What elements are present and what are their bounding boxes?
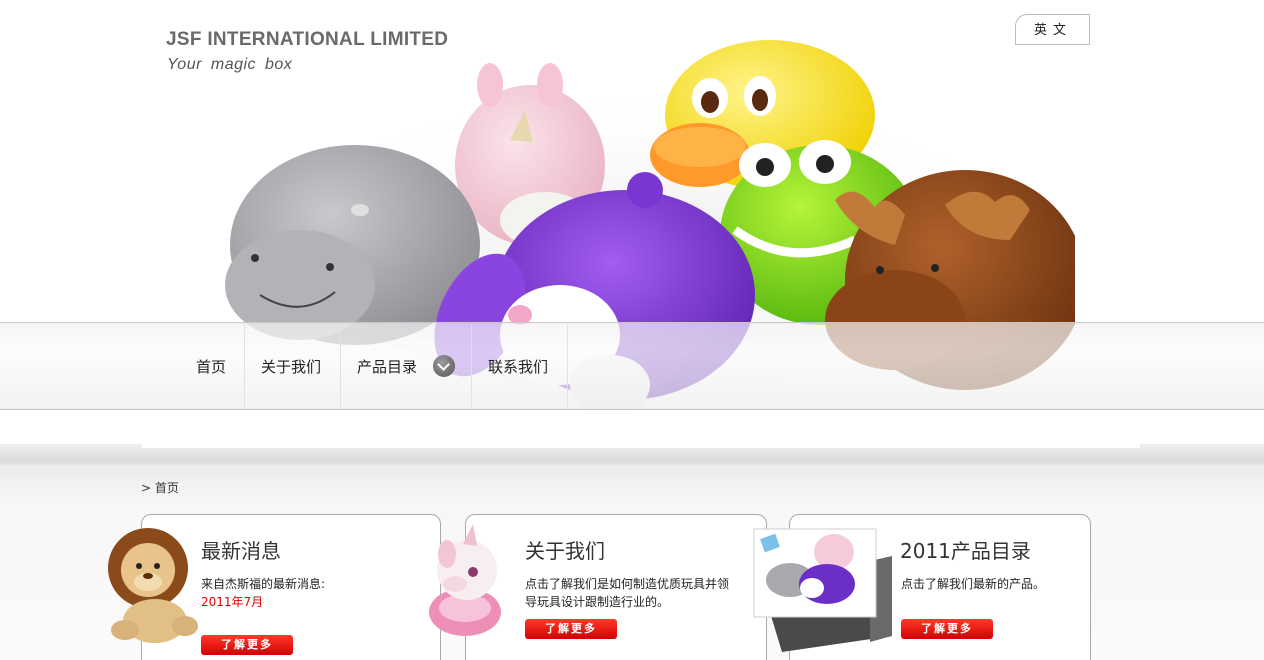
page: JSF INTERNATIONAL LIMITED Your magic box… bbox=[0, 0, 1264, 660]
news-more-button[interactable]: 了解更多 bbox=[201, 635, 293, 655]
nav-item-catalog-label: 产品目录 bbox=[357, 357, 418, 376]
about-box-text-line2: 导玩具设计跟制造行业的。 bbox=[525, 595, 670, 609]
nav-item-catalog[interactable]: 产品目录 bbox=[341, 324, 471, 408]
catalog-cover-image[interactable] bbox=[752, 526, 897, 652]
nav-divider bbox=[567, 324, 568, 408]
breadcrumb[interactable]: > 首页 bbox=[141, 479, 179, 496]
unicorn-pillow-image bbox=[429, 524, 501, 636]
about-more-button[interactable]: 了解更多 bbox=[525, 619, 617, 639]
main-nav: 首页 关于我们 产品目录 联系我们 bbox=[180, 324, 568, 408]
lion-plush-image bbox=[108, 528, 198, 643]
nav-item-contact-label: 联系我们 bbox=[488, 357, 549, 376]
chevron-down-icon[interactable] bbox=[433, 355, 455, 377]
nav-item-about[interactable]: 关于我们 bbox=[245, 324, 340, 408]
catalog-box-title: 2011产品目录 bbox=[900, 539, 1031, 563]
nav-item-home[interactable]: 首页 bbox=[180, 324, 244, 408]
news-box-title: 最新消息 bbox=[201, 539, 281, 563]
nav-item-home-label: 首页 bbox=[196, 357, 227, 376]
about-box: 关于我们 点击了解我们是如何制造优质玩具并领 导玩具设计跟制造行业的。 了解更多 bbox=[465, 514, 767, 660]
about-box-text-line1: 点击了解我们是如何制造优质玩具并领 bbox=[525, 577, 730, 591]
news-date-link[interactable]: 2011年7月 bbox=[201, 593, 263, 611]
nav-item-about-label: 关于我们 bbox=[261, 357, 322, 376]
catalog-more-button[interactable]: 了解更多 bbox=[901, 619, 993, 639]
nav-item-contact[interactable]: 联系我们 bbox=[472, 324, 567, 408]
about-box-title: 关于我们 bbox=[525, 539, 605, 563]
catalog-box-text: 点击了解我们最新的产品。 bbox=[901, 577, 1046, 591]
content-top-strip bbox=[142, 410, 1140, 448]
news-box-text: 来自杰斯福的最新消息: bbox=[201, 577, 326, 591]
nav-top-border bbox=[0, 322, 1264, 323]
